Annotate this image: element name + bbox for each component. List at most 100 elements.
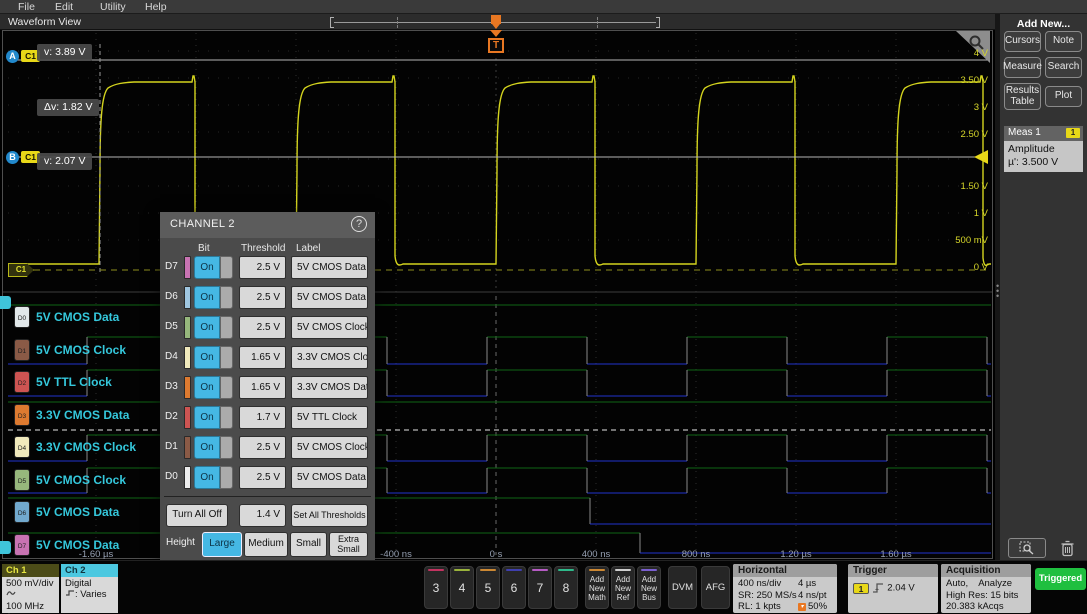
add-new-bus-button[interactable]: Add New Bus [637,566,661,609]
add-results-table-button[interactable]: Results Table [1004,83,1041,110]
bit-on-button[interactable]: On [194,256,220,279]
add-plot-button[interactable]: Plot [1045,86,1082,107]
cursor-b-badge[interactable]: B [6,151,19,164]
bit-on-button[interactable]: On [194,436,220,459]
menu-file[interactable]: File [18,1,35,13]
acquisition-panel[interactable]: Acquisition Auto,Analyze High Res: 15 bi… [941,564,1031,613]
record-view-right-bracket[interactable] [656,17,660,28]
afg-button[interactable]: AFG [701,566,730,609]
ch7-button[interactable]: 7 [528,566,552,609]
t-axis-label: 400 ns [566,549,626,560]
dvm-button[interactable]: DVM [668,566,697,609]
v-axis-label: 2.50 V [936,129,988,140]
nav-trigger-position-marker[interactable] [491,15,501,24]
bit-on-button[interactable]: On [194,466,220,489]
d6-badge[interactable]: D6 [14,501,30,523]
zoom-tool-button[interactable] [1008,538,1046,558]
bit-threshold-field[interactable]: 1.65 V [239,346,286,369]
bit-label-field[interactable]: 5V CMOS Data [291,256,368,279]
cursor-delta-readout[interactable]: Δv: 1.82 V [37,99,99,116]
cursor-a-readout[interactable]: v: 3.89 V [37,44,92,61]
cursor-a-badge[interactable]: A [6,50,19,63]
bit-on-toggle[interactable] [220,256,233,279]
bit-on-button[interactable]: On [194,346,220,369]
menu-utility[interactable]: Utility [100,1,126,13]
ch6-button[interactable]: 6 [502,566,526,609]
add-note-button[interactable]: Note [1045,31,1082,52]
menu-help[interactable]: Help [145,1,167,13]
bit-on-toggle[interactable] [220,376,233,399]
d7-label: 5V CMOS Data [36,538,119,552]
ch2-badge[interactable]: Ch 2 Digital : Varies [61,564,118,613]
add-new-math-button[interactable]: Add New Math [585,566,609,609]
bit-on-button[interactable]: On [194,286,220,309]
trigger-panel[interactable]: Trigger 1 2.04 V [848,564,938,613]
bit-on-button[interactable]: On [194,406,220,429]
d4-badge[interactable]: D4 [14,436,30,458]
ch3-button[interactable]: 3 [424,566,448,609]
trash-button[interactable] [1054,538,1080,558]
bit-threshold-field[interactable]: 2.5 V [239,316,286,339]
bit-on-toggle[interactable] [220,466,233,489]
bit-on-toggle[interactable] [220,436,233,459]
add-new-ref-button[interactable]: Add New Ref [611,566,635,609]
cursor-b-readout[interactable]: v: 2.07 V [37,153,92,170]
bit-on-button[interactable]: On [194,376,220,399]
ch8-button[interactable]: 8 [554,566,578,609]
menu-edit[interactable]: Edit [55,1,73,13]
horizontal-panel[interactable]: Horizontal 400 ns/div4 µs SR: 250 MS/s4 … [733,564,837,613]
bit-label-field[interactable]: 5V CMOS Data [291,286,368,309]
ch4-button[interactable]: 4 [450,566,474,609]
turn-all-off-button[interactable]: Turn All Off [166,504,228,527]
horizontal-scale: 400 ns/div [738,578,798,590]
bit-on-button[interactable]: On [194,316,220,339]
d7-badge[interactable]: D7 [14,534,30,556]
help-icon[interactable]: ? [351,216,367,232]
bit-label-field[interactable]: 3.3V CMOS Data [291,376,368,399]
add-search-button[interactable]: Search [1045,57,1082,78]
bit-label-field[interactable]: 5V CMOS Clock [291,436,368,459]
record-view-left-bracket[interactable] [330,17,334,28]
dialog-header[interactable]: CHANNEL 2 ? [160,212,375,238]
height-option-large[interactable]: Large [202,532,242,557]
bit-on-toggle[interactable] [220,346,233,369]
digital-group-tab[interactable] [0,541,11,554]
bit-name: D0 [165,471,178,482]
bit-threshold-field[interactable]: 1.7 V [239,406,286,429]
bit-threshold-field[interactable]: 2.5 V [239,286,286,309]
digital-group-tab[interactable] [0,296,11,309]
set-all-thresholds-button[interactable]: Set All Thresholds [291,504,368,527]
add-cursors-button[interactable]: Cursors [1004,31,1041,52]
divider-handle[interactable]: ••• [996,284,999,299]
d2-badge[interactable]: D2 [14,371,30,393]
d3-badge[interactable]: D3 [14,404,30,426]
bit-threshold-field[interactable]: 1.65 V [239,376,286,399]
trigger-level-arrow[interactable] [974,150,988,164]
ch5-button[interactable]: 5 [476,566,500,609]
bit-on-toggle[interactable] [220,316,233,339]
bit-on-toggle[interactable] [220,286,233,309]
acquisition-resolution: High Res: 15 bits [946,590,1026,602]
bit-label-field[interactable]: 5V CMOS Data [291,466,368,489]
bit-threshold-field[interactable]: 2.5 V [239,466,286,489]
trigger-position-flag[interactable]: T [488,38,504,53]
bit-label-field[interactable]: 3.3V CMOS Clock [291,346,368,369]
bit-on-toggle[interactable] [220,406,233,429]
bit-label-field[interactable]: 5V CMOS Clock [291,316,368,339]
ch1-badge[interactable]: Ch 1 500 mV/div 100 MHz [2,564,59,613]
add-measure-button[interactable]: Measure [1004,57,1041,78]
all-threshold-field[interactable]: 1.4 V [239,504,286,527]
meas1-badge-card[interactable]: Meas 1 1 Amplitude µ': 3.500 V [1004,126,1083,172]
height-option-extra-small[interactable]: Extra Small [329,532,368,557]
horizontal-record-length: RL: 1 kpts [738,601,798,613]
bit-threshold-field[interactable]: 2.5 V [239,256,286,279]
bit-label-field[interactable]: 5V TTL Clock [291,406,368,429]
ch3-color-strip [428,569,444,571]
view-title: Waveform View [8,16,81,28]
d1-badge[interactable]: D1 [14,339,30,361]
height-option-medium[interactable]: Medium [244,532,288,557]
d0-badge[interactable]: D0 [14,306,30,328]
d5-badge[interactable]: D5 [14,469,30,491]
bit-threshold-field[interactable]: 2.5 V [239,436,286,459]
height-option-small[interactable]: Small [290,532,327,557]
